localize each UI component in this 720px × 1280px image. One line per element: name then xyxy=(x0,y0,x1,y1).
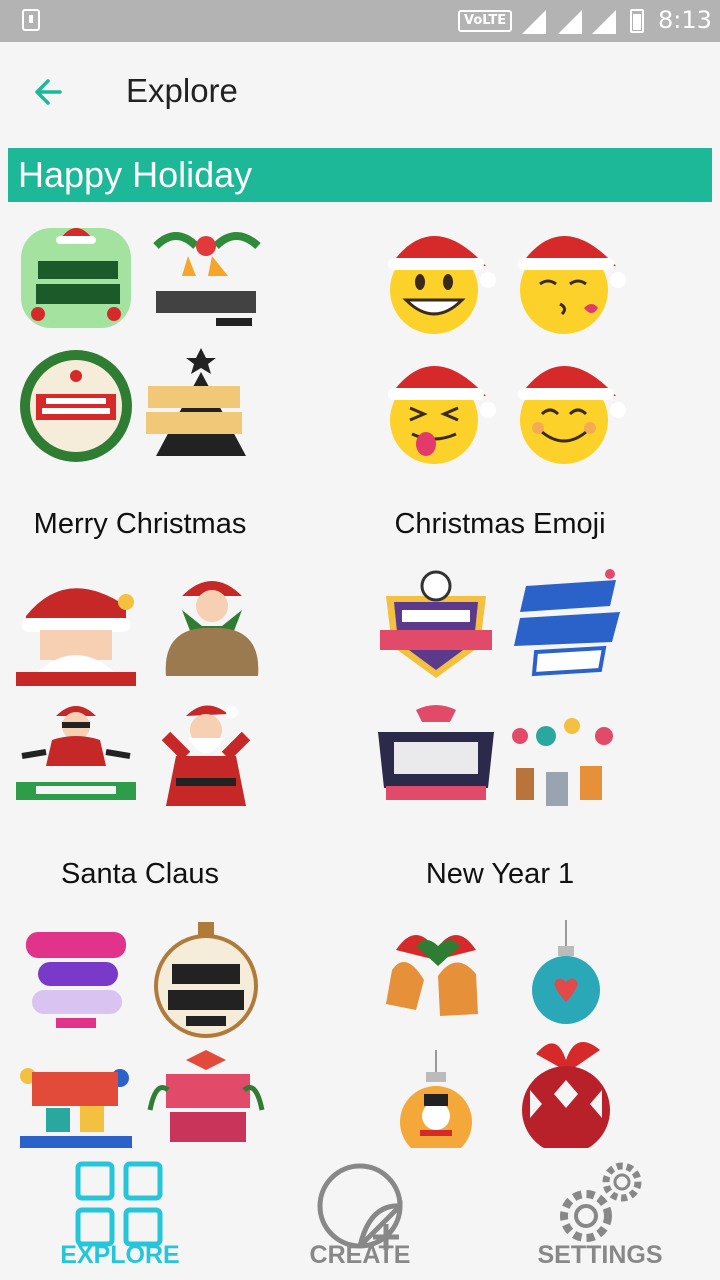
kiss-santa-emoji-sticker xyxy=(518,236,626,334)
status-bar: VoLTE 8:13 xyxy=(0,0,720,42)
pack-title: Merry Christmas xyxy=(33,508,247,540)
2019-mask-sticker xyxy=(378,705,494,800)
tongue-santa-emoji-sticker xyxy=(388,366,496,464)
pack-santa-claus[interactable]: Santa Claus xyxy=(0,560,340,890)
signal-icon xyxy=(558,10,582,34)
happy-new-year-wreath-sticker xyxy=(20,350,132,462)
red-gift-ornament-sticker xyxy=(522,1042,610,1150)
volte-badge: VoLTE xyxy=(458,10,513,32)
wifi-icon xyxy=(522,10,546,34)
pack-title: Christmas Emoji xyxy=(394,508,606,540)
2019-party-animals-sticker xyxy=(512,718,613,806)
download-icon xyxy=(22,9,40,31)
christmas-tree-sticker xyxy=(146,348,246,456)
happy-new-year-shield-sticker xyxy=(380,570,492,678)
grid-icon xyxy=(75,1161,163,1247)
santa-cheering-sticker xyxy=(161,705,251,806)
smiling-santa-emoji-sticker xyxy=(518,366,626,464)
nav-label: CREATE xyxy=(309,1241,411,1269)
nav-settings[interactable]: SETTINGS xyxy=(480,1148,720,1280)
snowman-ornament-sticker xyxy=(400,1050,472,1150)
bottom-nav: EXPLORE CREATE SETTINGS xyxy=(0,1148,720,1280)
nav-explore[interactable]: EXPLORE xyxy=(0,1148,240,1280)
pack-new-year-lettering[interactable] xyxy=(0,910,340,1150)
pack-christmas-emoji[interactable]: Christmas Emoji xyxy=(360,210,700,540)
battery-icon xyxy=(630,9,644,33)
pack-merry-christmas[interactable]: Merry Christmas xyxy=(0,210,340,540)
happy-new-year-lettering-sticker xyxy=(26,932,126,1028)
heart-ornament-sticker xyxy=(532,920,600,1024)
pack-title: New Year 1 xyxy=(425,858,575,890)
status-time: 8:13 xyxy=(658,6,712,34)
app-bar: Explore xyxy=(0,42,720,142)
merry-christmas-badge-sticker xyxy=(21,228,131,328)
2019-floral-sticker xyxy=(147,1050,265,1142)
section-header: Happy Holiday xyxy=(8,148,712,202)
bells-bow-sticker xyxy=(386,935,478,1016)
arrow-left-icon xyxy=(35,79,62,105)
pack-title: Santa Claus xyxy=(61,858,219,890)
page-title: Explore xyxy=(126,72,238,109)
section-title: Happy Holiday xyxy=(18,154,253,195)
2019-gifts-sticker xyxy=(20,1068,132,1150)
pack-christmas-ornaments[interactable] xyxy=(360,910,700,1150)
grinning-santa-emoji-sticker xyxy=(388,236,496,334)
sticker-add-icon xyxy=(317,1163,403,1250)
nav-label: EXPLORE xyxy=(60,1241,180,1269)
nav-create[interactable]: CREATE xyxy=(240,1148,480,1280)
back-button[interactable] xyxy=(30,72,70,112)
santa-sack-sticker xyxy=(165,581,259,676)
signal-icon-2 xyxy=(592,10,616,34)
happy-new-year-2019-blue-sticker xyxy=(514,569,620,677)
joyeux-noel-sticker xyxy=(153,232,261,326)
santa-motorbike-sticker xyxy=(16,706,136,800)
new-year-ornament-sticker xyxy=(154,922,258,1038)
santa-face-sticker xyxy=(16,588,136,686)
pack-new-year-1[interactable]: New Year 1 xyxy=(360,560,700,890)
nav-label: SETTINGS xyxy=(537,1241,663,1269)
gears-icon xyxy=(560,1162,642,1242)
